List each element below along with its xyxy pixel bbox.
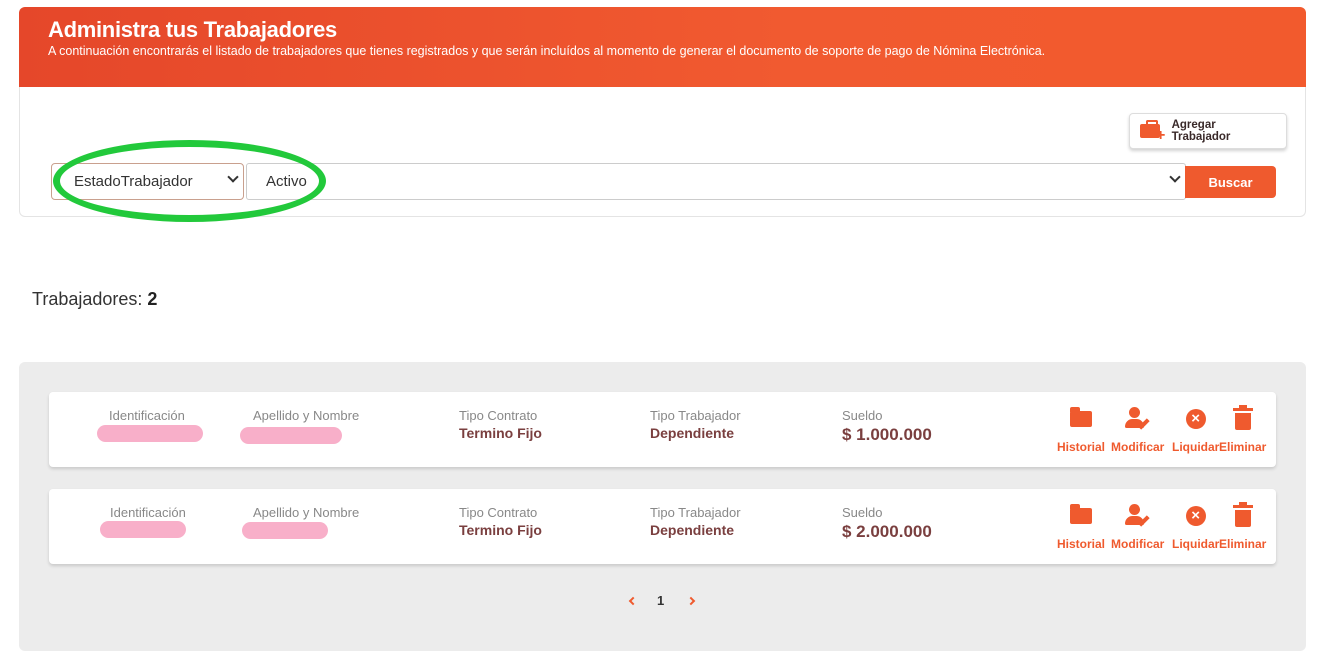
pagination: 1 <box>19 592 1306 612</box>
trash-icon <box>1230 405 1256 432</box>
salary-value: $ 1.000.000 <box>842 425 932 444</box>
history-label: Historial <box>1057 537 1106 551</box>
settle-label: Liquidar <box>1172 537 1220 551</box>
worker-type-value: Dependiente <box>650 425 735 441</box>
settle-button[interactable]: × Liquidar <box>1172 503 1219 551</box>
page: Administra tus Trabajadores A continuaci… <box>0 0 1328 664</box>
x-circle-icon: × <box>1183 503 1209 529</box>
worker-type-field: Tipo Trabajador Dependiente <box>650 505 741 539</box>
worker-card: Identificación Apellido y Nombre Tipo Co… <box>49 489 1276 564</box>
chevron-left-icon[interactable] <box>628 596 638 606</box>
redacted-name <box>242 522 328 539</box>
edit-button[interactable]: Modificar <box>1111 406 1164 454</box>
name-label: Apellido y Nombre <box>253 505 360 520</box>
contract-value: Termino Fijo <box>459 522 542 538</box>
delete-label: Eliminar <box>1219 440 1267 454</box>
page-title: Administra tus Trabajadores <box>48 17 337 42</box>
worker-card: Identificación Apellido y Nombre Tipo Co… <box>49 392 1276 467</box>
history-button[interactable]: Historial <box>1057 406 1105 454</box>
trash-icon <box>1230 502 1256 529</box>
delete-button[interactable]: Eliminar <box>1219 405 1267 454</box>
contract-label: Tipo Contrato <box>459 408 538 423</box>
edit-label: Modificar <box>1111 440 1165 454</box>
user-edit-icon <box>1124 406 1151 432</box>
worker-count: Trabajadores: 2 <box>32 289 157 310</box>
worker-list: Identificación Apellido y Nombre Tipo Co… <box>19 362 1306 651</box>
contract-field: Tipo Contrato Termino Fijo <box>459 505 542 539</box>
edit-button[interactable]: Modificar <box>1111 503 1164 551</box>
worker-type-label: Tipo Trabajador <box>650 408 741 423</box>
highlight-annotation <box>53 140 326 222</box>
contract-field: Tipo Contrato Termino Fijo <box>459 408 542 442</box>
filter-value-select[interactable]: Activo <box>246 163 1186 200</box>
chevron-down-icon <box>1169 171 1181 183</box>
history-label: Historial <box>1057 440 1106 454</box>
folder-icon <box>1068 406 1094 432</box>
user-edit-icon <box>1124 503 1151 529</box>
settle-label: Liquidar <box>1172 440 1220 454</box>
history-button[interactable]: Historial <box>1057 503 1105 551</box>
delete-label: Eliminar <box>1219 537 1267 551</box>
salary-label: Sueldo <box>842 505 883 520</box>
page-number[interactable]: 1 <box>657 593 664 608</box>
add-worker-label: Agregar Trabajador <box>1171 119 1231 143</box>
name-label: Apellido y Nombre <box>253 408 360 423</box>
contract-value: Termino Fijo <box>459 425 542 441</box>
salary-value: $ 2.000.000 <box>842 522 932 541</box>
settle-button[interactable]: × Liquidar <box>1172 406 1219 454</box>
id-field: Identificación <box>110 505 186 521</box>
add-worker-button[interactable]: + Agregar Trabajador <box>1129 113 1287 149</box>
redacted-id <box>100 521 186 538</box>
page-header: Administra tus Trabajadores A continuaci… <box>19 7 1306 87</box>
page-subtitle: A continuación encontrarás el listado de… <box>48 44 1046 58</box>
redacted-id <box>97 425 203 442</box>
worker-type-field: Tipo Trabajador Dependiente <box>650 408 741 442</box>
folder-icon <box>1068 503 1094 529</box>
salary-field: Sueldo $ 2.000.000 <box>842 505 932 543</box>
search-button[interactable]: Buscar <box>1185 166 1276 198</box>
salary-field: Sueldo $ 1.000.000 <box>842 408 932 446</box>
id-field: Identificación <box>109 408 185 424</box>
edit-label: Modificar <box>1111 537 1165 551</box>
worker-type-label: Tipo Trabajador <box>650 505 741 520</box>
filter-panel: + Agregar Trabajador EstadoTrabajador Ac… <box>19 87 1306 222</box>
delete-button[interactable]: Eliminar <box>1219 502 1267 551</box>
worker-count-label: Trabajadores: <box>32 289 143 309</box>
briefcase-plus-icon: + <box>1140 120 1166 144</box>
id-label: Identificación <box>110 505 186 520</box>
id-label: Identificación <box>109 408 185 423</box>
redacted-name <box>240 427 342 444</box>
worker-count-value: 2 <box>147 289 158 309</box>
contract-label: Tipo Contrato <box>459 505 538 520</box>
salary-label: Sueldo <box>842 408 883 423</box>
chevron-right-icon[interactable] <box>686 596 696 606</box>
name-field: Apellido y Nombre <box>253 505 359 521</box>
x-circle-icon: × <box>1183 406 1209 432</box>
worker-type-value: Dependiente <box>650 522 735 538</box>
name-field: Apellido y Nombre <box>253 408 359 424</box>
